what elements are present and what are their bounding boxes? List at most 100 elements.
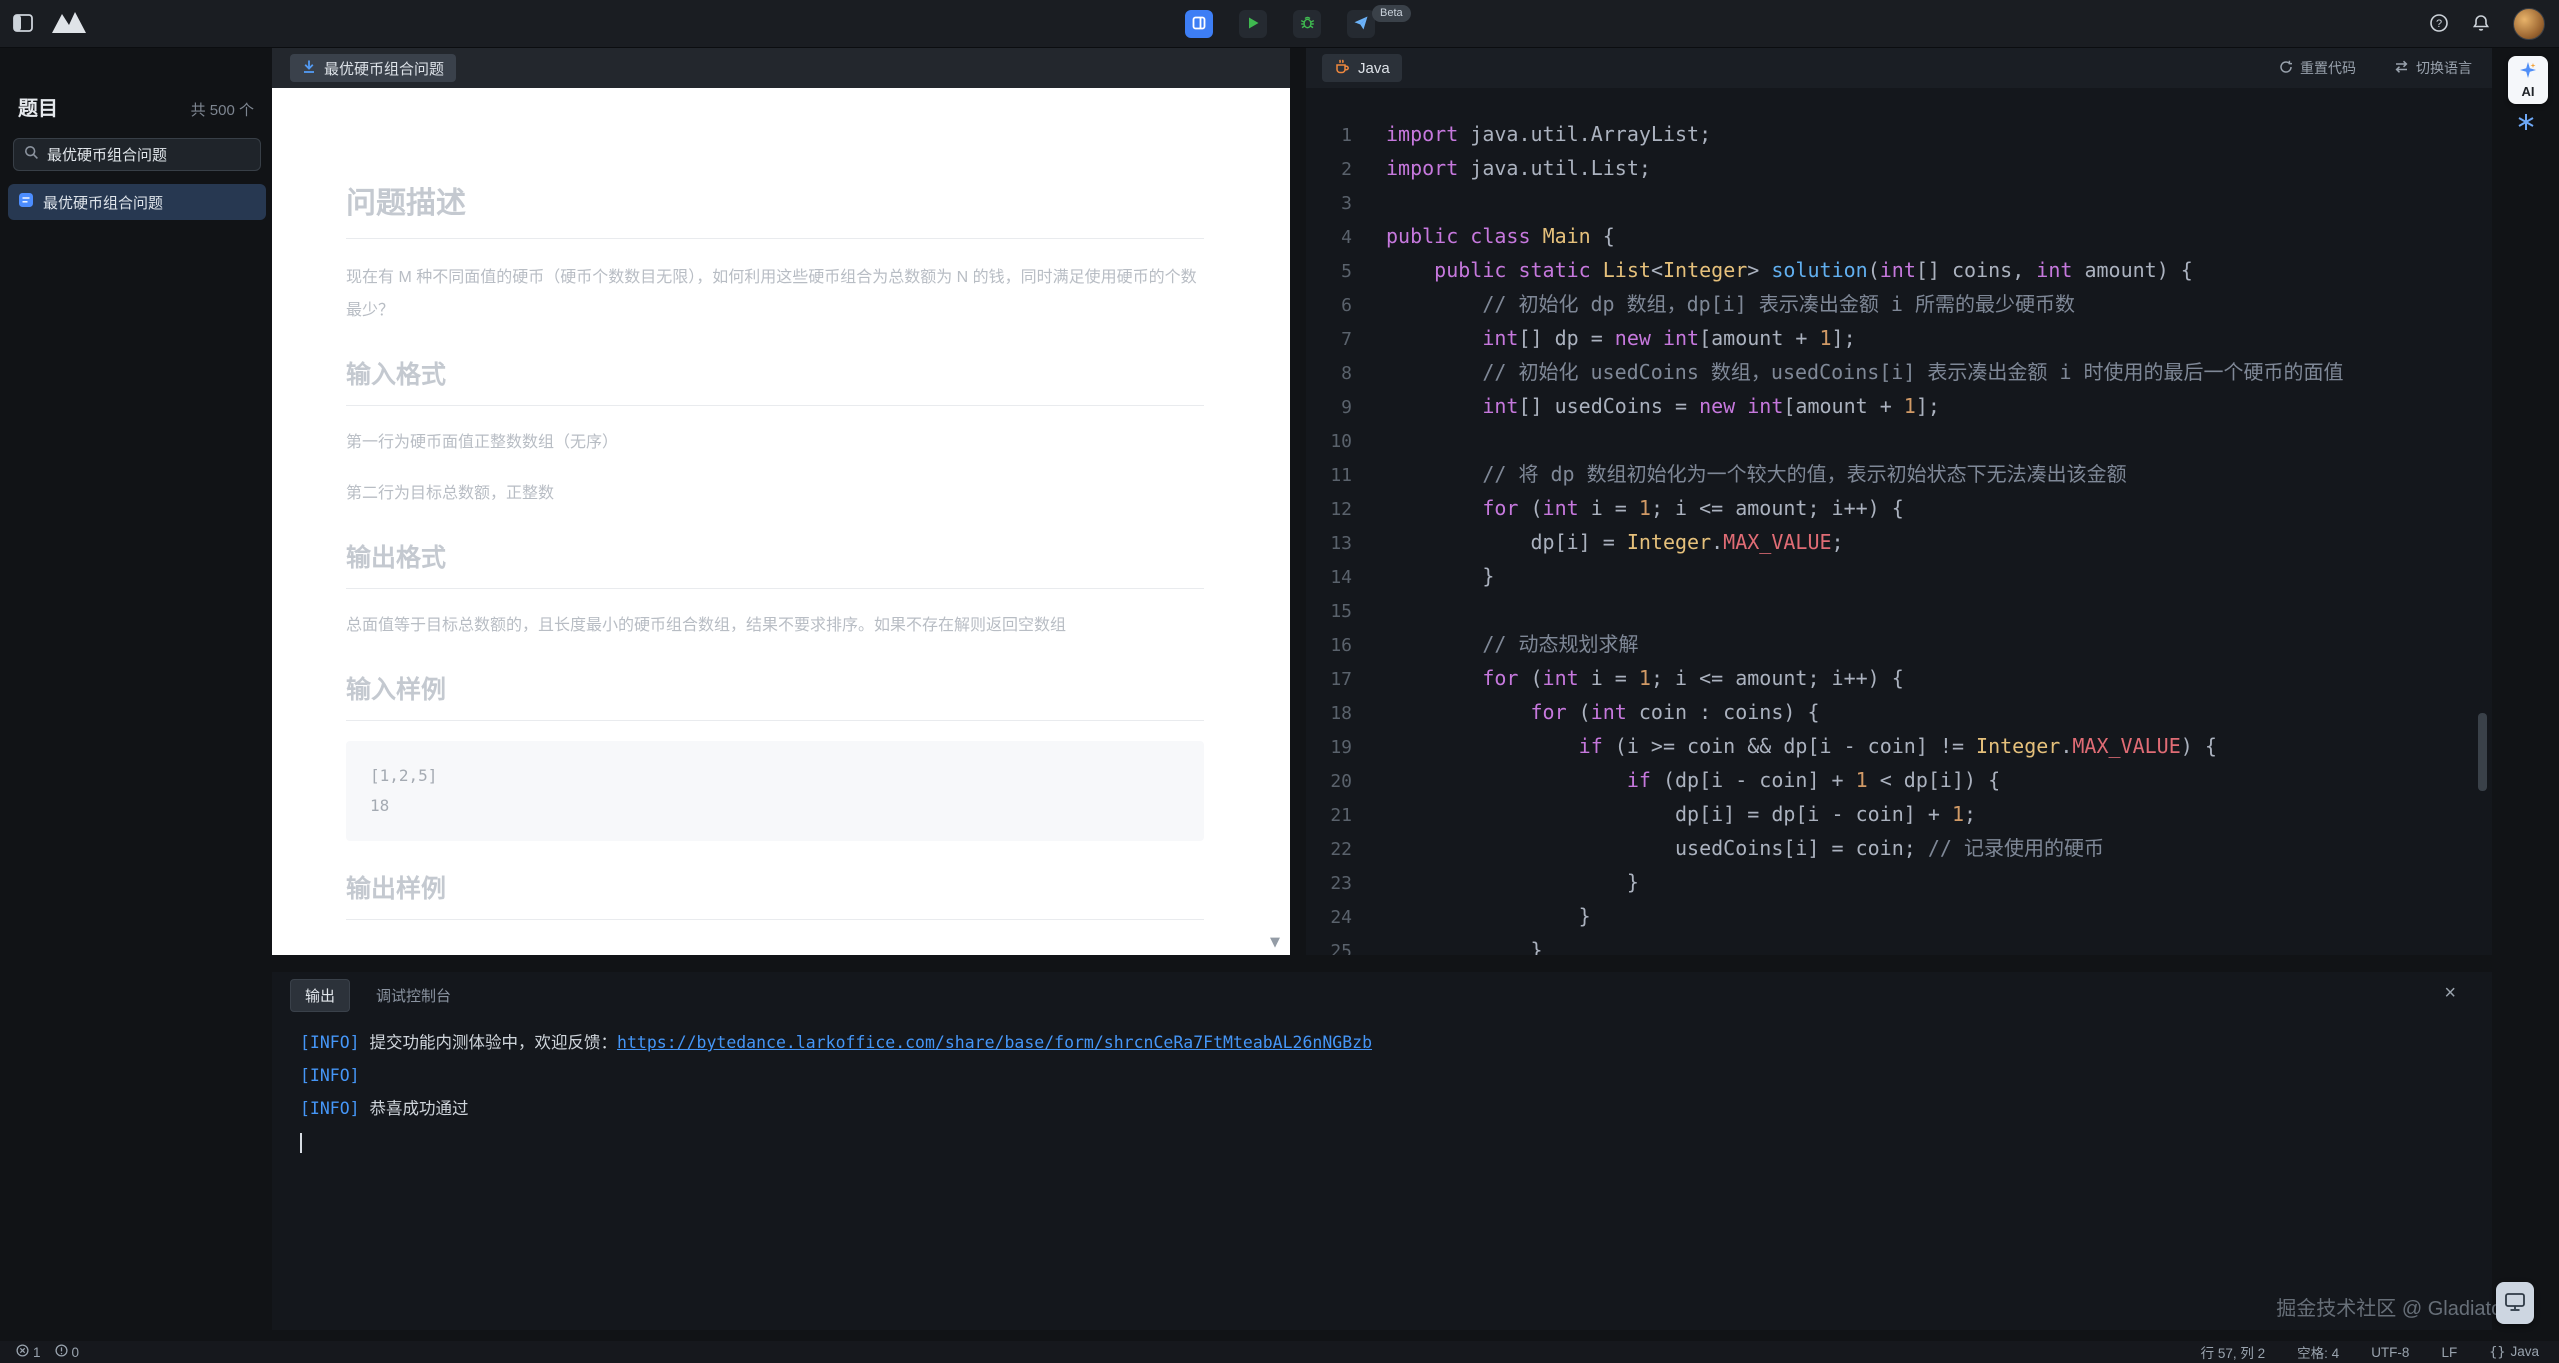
problem-count: 共 500 个 (191, 99, 254, 120)
console-panel: 输出 调试控制台 × [INFO] 提交功能内测体验中，欢迎反馈：https://b… (272, 972, 2492, 1330)
submit-button[interactable] (1347, 10, 1375, 38)
code-line[interactable]: 13 dp[i] = Integer.MAX_VALUE; (1306, 526, 2492, 560)
code-text: // 初始化 dp 数组，dp[i] 表示凑出金额 i 所需的最少硬币数 (1386, 292, 2075, 316)
code-text: for (int coin : coins) { (1386, 700, 1820, 724)
code-line[interactable]: 12 for (int i = 1; i <= amount; i++) { (1306, 492, 2492, 526)
editor-scrollbar[interactable] (2478, 713, 2487, 791)
code-text: int[] dp = new int[amount + 1]; (1386, 326, 1856, 350)
debug-button[interactable] (1293, 10, 1321, 38)
language-tab[interactable]: Java (1322, 54, 1402, 82)
switch-language-button[interactable]: 切换语言 (2394, 58, 2472, 78)
help-button[interactable]: ? (2429, 13, 2449, 36)
code-text: } (1386, 938, 1543, 955)
code-line[interactable]: 18 for (int coin : coins) { (1306, 696, 2492, 730)
beta-badge: Beta (1372, 5, 1411, 22)
console-output: [INFO] 提交功能内测体验中，欢迎反馈：https://bytedance.… (272, 1018, 2492, 1158)
sidebar-toggle-icon (12, 12, 34, 37)
line-number: 8 (1306, 357, 1386, 390)
code-line[interactable]: 20 if (dp[i - coin] + 1 < dp[i]) { (1306, 764, 2492, 798)
code-line[interactable]: 21 dp[i] = dp[i - coin] + 1; (1306, 798, 2492, 832)
sidebar-item-problem[interactable]: 最优硬币组合问题 (8, 184, 266, 220)
code-line[interactable]: 11 // 将 dp 数组初始化为一个较大的值，表示初始状态下无法凑出该金额 (1306, 458, 2492, 492)
statusbar-language[interactable]: {}Java (2489, 1344, 2539, 1360)
console-tab-debug[interactable]: 调试控制台 (376, 985, 451, 1006)
code-line[interactable]: 10 (1306, 424, 2492, 458)
ai-assistant-button[interactable]: AI (2508, 56, 2548, 104)
scroll-down-icon[interactable]: ▼ (1270, 935, 1280, 950)
code-line[interactable]: 7 int[] dp = new int[amount + 1]; (1306, 322, 2492, 356)
console-line: [INFO] (300, 1059, 2492, 1092)
statusbar-item[interactable]: LF (2441, 1345, 2457, 1360)
run-toolbar: Beta (1185, 10, 1375, 38)
line-number: 21 (1306, 799, 1386, 832)
sidebar-item-label: 最优硬币组合问题 (43, 192, 163, 213)
console-line (300, 1125, 2492, 1158)
line-number: 11 (1306, 459, 1386, 492)
problems-sidebar: 题目 共 500 个 最优硬币组合问题 (0, 48, 272, 1341)
console-close-button[interactable]: × (2444, 982, 2456, 1005)
code-line[interactable]: 5 public static List<Integer> solution(i… (1306, 254, 2492, 288)
line-number: 14 (1306, 561, 1386, 594)
line-number: 19 (1306, 731, 1386, 764)
search-box[interactable] (13, 138, 261, 171)
section-paragraph: 现在有 M 种不同面值的硬币（硬币个数数目无限），如何利用这些硬币组合为总数额为… (346, 261, 1204, 327)
code-line[interactable]: 15 (1306, 594, 2492, 628)
section-heading: 输入样例 (346, 670, 1204, 721)
warning-count: 0 (72, 1345, 80, 1360)
line-number: 4 (1306, 221, 1386, 254)
problem-tab-icon (302, 59, 316, 78)
warnings-indicator[interactable]: 0 (55, 1344, 80, 1360)
sample-code-block: [1,2,5] 18 (346, 741, 1204, 841)
code-line[interactable]: 4public class Main { (1306, 220, 2492, 254)
avatar[interactable] (2513, 8, 2545, 40)
sparkle-icon (2520, 62, 2536, 81)
console-tab-output[interactable]: 输出 (290, 979, 350, 1012)
code-line[interactable]: 14 } (1306, 560, 2492, 594)
code-text: if (i >= coin && dp[i - coin] != Integer… (1386, 734, 2217, 758)
code-line[interactable]: 23 } (1306, 866, 2492, 900)
topbar: Beta ? (0, 0, 2559, 48)
app: Beta ? 题目 共 500 个 (0, 0, 2559, 1363)
code-line[interactable]: 17 for (int i = 1; i <= amount; i++) { (1306, 662, 2492, 696)
code-line[interactable]: 1import java.util.ArrayList; (1306, 118, 2492, 152)
reset-code-button[interactable]: 重置代码 (2279, 58, 2356, 78)
code-line[interactable]: 22 usedCoins[i] = coin; // 记录使用的硬币 (1306, 832, 2492, 866)
code-line[interactable]: 25 } (1306, 934, 2492, 955)
problem-tab[interactable]: 最优硬币组合问题 (290, 54, 456, 82)
code-text: dp[i] = dp[i - coin] + 1; (1386, 802, 1976, 826)
run-button[interactable] (1239, 10, 1267, 38)
feedback-link[interactable]: https://bytedance.larkoffice.com/share/b… (617, 1033, 1372, 1052)
line-number: 6 (1306, 289, 1386, 322)
statusbar-item[interactable]: 行 57, 列 2 (2201, 1342, 2266, 1362)
statusbar-item[interactable]: UTF-8 (2371, 1345, 2409, 1360)
statusbar-item[interactable]: 空格: 4 (2297, 1342, 2339, 1362)
braces-icon: {} (2489, 1344, 2505, 1360)
code-text: // 初始化 usedCoins 数组，usedCoins[i] 表示凑出金额 … (1386, 360, 2344, 384)
code-text: public class Main { (1386, 224, 1615, 248)
code-line[interactable]: 19 if (i >= coin && dp[i - coin] != Inte… (1306, 730, 2492, 764)
code-line[interactable]: 6 // 初始化 dp 数组，dp[i] 表示凑出金额 i 所需的最少硬币数 (1306, 288, 2492, 322)
code-editor[interactable]: 1import java.util.ArrayList;2import java… (1306, 88, 2492, 955)
code-text: for (int i = 1; i <= amount; i++) { (1386, 666, 1904, 690)
widget-icon[interactable] (2516, 112, 2536, 137)
line-number: 23 (1306, 867, 1386, 900)
search-input[interactable] (47, 146, 250, 163)
code-line[interactable]: 2import java.util.List; (1306, 152, 2492, 186)
language-tab-label: Java (1358, 60, 1390, 77)
line-number: 1 (1306, 119, 1386, 152)
code-text: import java.util.List; (1386, 156, 1651, 180)
ai-label: AI (2522, 84, 2535, 99)
sidebar-toggle-button[interactable] (12, 12, 34, 37)
code-line[interactable]: 8 // 初始化 usedCoins 数组，usedCoins[i] 表示凑出金… (1306, 356, 2492, 390)
line-number: 18 (1306, 697, 1386, 730)
problems-indicator[interactable]: 1 (16, 1344, 41, 1360)
code-line[interactable]: 16 // 动态规划求解 (1306, 628, 2492, 662)
code-line[interactable]: 24 } (1306, 900, 2492, 934)
notifications-button[interactable] (2471, 13, 2491, 36)
marscode-logo (50, 9, 88, 40)
code-line[interactable]: 3 (1306, 186, 2492, 220)
bell-icon (2471, 13, 2491, 36)
code-line[interactable]: 9 int[] usedCoins = new int[amount + 1]; (1306, 390, 2492, 424)
layout-button[interactable] (1185, 10, 1213, 38)
console-caret[interactable] (300, 1133, 302, 1153)
